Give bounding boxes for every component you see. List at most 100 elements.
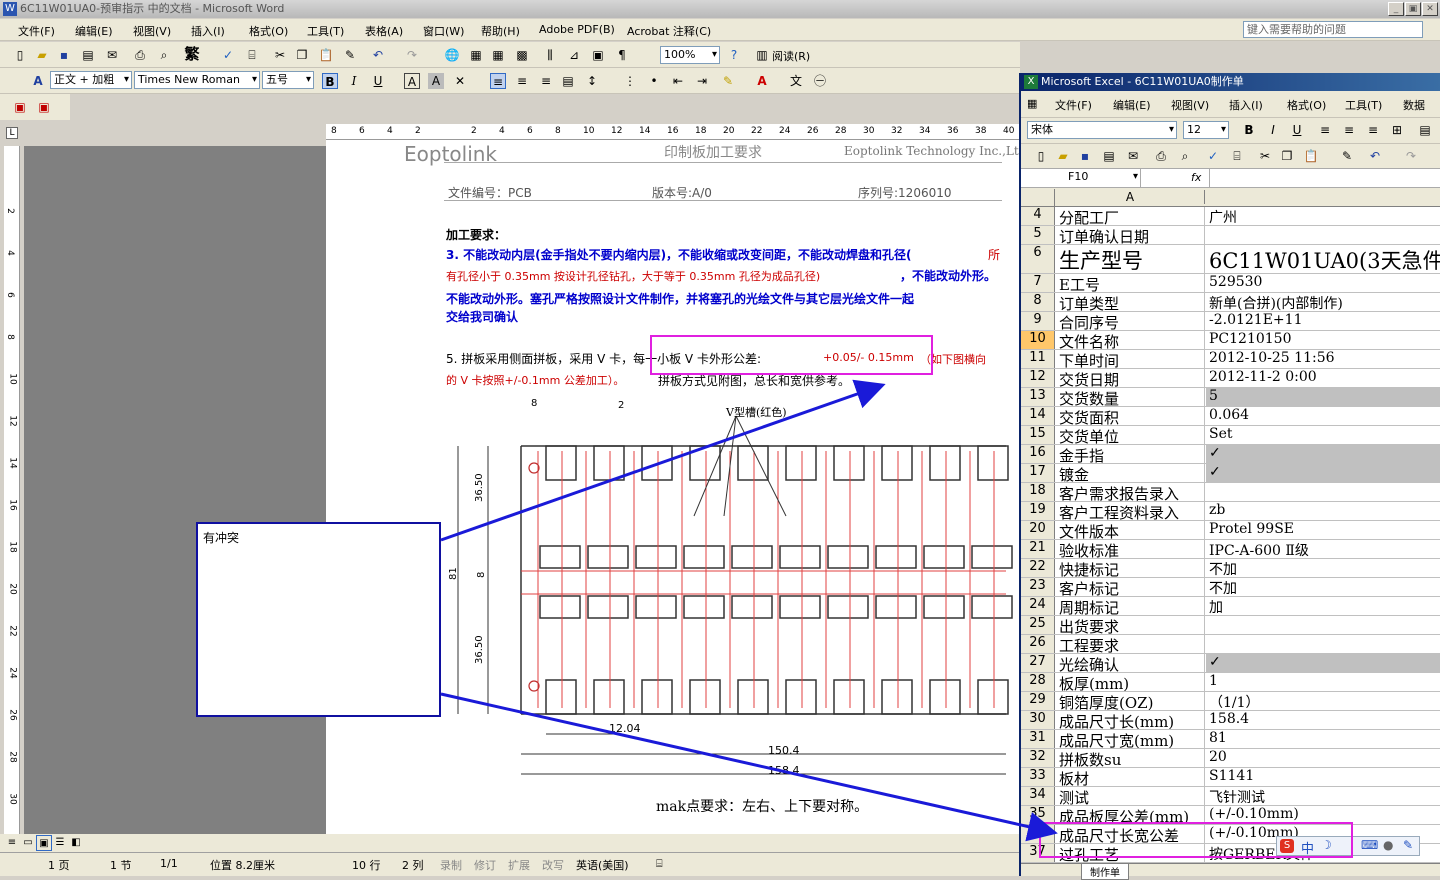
fx-icon[interactable]: fx <box>1191 171 1201 184</box>
excel-spelling-icon[interactable]: ✓ <box>1205 148 1221 164</box>
style-select[interactable]: 正文 + 加粗 <box>50 71 132 89</box>
cell-label[interactable]: 验收标准 <box>1056 540 1205 558</box>
document-page[interactable]: Eoptolink 印制板加工要求 Eoptolink Technology I… <box>326 140 1026 834</box>
read-mode-label[interactable]: 阅读(R) <box>772 48 810 64</box>
table-row[interactable]: 32 拼板数su 20 <box>1021 749 1440 768</box>
cell-value[interactable]: 6C11W01UA0(3天急件) <box>1206 245 1440 273</box>
cell-value[interactable]: 加 <box>1206 597 1440 615</box>
cell-value[interactable]: 0.064 <box>1206 407 1440 425</box>
cell-label[interactable]: 周期标记 <box>1056 597 1205 615</box>
columns-icon[interactable]: ⫼ <box>542 47 558 63</box>
web-view-icon[interactable]: ▭ <box>20 835 36 851</box>
cell-label[interactable]: 镀金 <box>1056 464 1205 482</box>
table-row[interactable]: 14 交货面积 0.064 <box>1021 407 1440 426</box>
cell-value[interactable] <box>1206 635 1440 653</box>
excel-new-icon[interactable]: ▯ <box>1033 148 1049 164</box>
row-number[interactable]: 32 <box>1021 749 1055 767</box>
excel-align-center-icon[interactable]: ≡ <box>1341 122 1357 138</box>
cell-label[interactable]: 订单确认日期 <box>1056 226 1205 244</box>
menu-table[interactable]: 表格(A) <box>365 23 403 39</box>
font-color-icon[interactable]: A <box>754 73 770 89</box>
excel-size-select[interactable]: 12 <box>1183 121 1229 139</box>
document-map-icon[interactable]: ▣ <box>590 47 606 63</box>
excel-open-icon[interactable]: ▰ <box>1055 148 1071 164</box>
cell-value[interactable]: 158.4 <box>1206 711 1440 729</box>
ime-chinese-mode[interactable]: 中 <box>1301 838 1314 857</box>
table-row[interactable]: 8 订单类型 新单(合拼)(内部制作) <box>1021 293 1440 312</box>
menu-tools[interactable]: 工具(T) <box>307 23 344 39</box>
row-number[interactable]: 21 <box>1021 540 1055 558</box>
row-number[interactable]: 25 <box>1021 616 1055 634</box>
row-number[interactable]: 22 <box>1021 559 1055 577</box>
help-icon[interactable]: ? <box>726 47 742 63</box>
decrease-indent-icon[interactable]: ⇤ <box>670 73 686 89</box>
keyboard-icon[interactable]: ⌨ <box>1361 838 1378 852</box>
numbering-icon[interactable]: ⋮ <box>622 73 638 89</box>
cell-value[interactable]: zb <box>1206 502 1440 520</box>
row-number[interactable]: 14 <box>1021 407 1055 425</box>
email-icon[interactable]: ✉ <box>104 47 120 63</box>
table-row[interactable]: 31 成品尺寸宽(mm) 81 <box>1021 730 1440 749</box>
row-number[interactable]: 9 <box>1021 312 1055 330</box>
column-header-a[interactable]: A <box>1056 190 1205 204</box>
table-row[interactable]: 13 交货数量 5 <box>1021 388 1440 407</box>
tab-selector[interactable]: L <box>6 127 18 139</box>
cell-value[interactable]: ✓ <box>1206 654 1440 672</box>
table-row[interactable]: 26 工程要求 <box>1021 635 1440 654</box>
table-row[interactable]: 17 镀金 ✓ <box>1021 464 1440 483</box>
excel-align-left-icon[interactable]: ≡ <box>1317 122 1333 138</box>
select-all-corner[interactable] <box>1021 189 1055 206</box>
table-row[interactable]: 24 周期标记加 <box>1021 597 1440 616</box>
enclose-char-icon[interactable]: ㊀ <box>812 73 828 89</box>
permission-icon[interactable]: ▤ <box>80 47 96 63</box>
cell-label[interactable]: 金手指 <box>1056 445 1205 463</box>
menu-window[interactable]: 窗口(W) <box>423 23 464 39</box>
name-box[interactable]: F10 <box>1027 169 1141 187</box>
excel-menu-file[interactable]: 文件(F) <box>1055 97 1092 113</box>
cell-value[interactable]: S1141 <box>1206 768 1440 786</box>
cell-label[interactable]: 客户标记 <box>1056 578 1205 596</box>
excel-copy-icon[interactable]: ❐ <box>1279 148 1295 164</box>
table-row[interactable]: 5 订单确认日期 <box>1021 226 1440 245</box>
cell-label[interactable]: 板材 <box>1056 768 1205 786</box>
cell-value[interactable]: Protel 99SE <box>1206 521 1440 539</box>
cell-value[interactable]: 529530 <box>1206 274 1440 292</box>
row-number[interactable]: 28 <box>1021 673 1055 691</box>
font-size-select[interactable]: 五号 <box>262 71 314 89</box>
excel-bold-button[interactable]: B <box>1241 122 1257 138</box>
line-spacing-icon[interactable]: ↕ <box>584 73 600 89</box>
cut-icon[interactable]: ✂ <box>272 47 288 63</box>
row-number[interactable]: 37 <box>1021 844 1055 862</box>
cell-label[interactable]: 分配工厂 <box>1056 207 1205 225</box>
cell-label[interactable]: 成品尺寸长宽公差 <box>1056 825 1205 843</box>
char-border-icon[interactable]: A <box>404 73 420 89</box>
new-document-icon[interactable]: ▯ <box>12 47 28 63</box>
table-row[interactable]: 21 验收标准 IPC-A-600 Ⅱ级 <box>1021 540 1440 559</box>
cell-label[interactable]: 下单时间 <box>1056 350 1205 368</box>
reading-view-icon[interactable]: ◧ <box>68 835 84 851</box>
table-row[interactable]: 33 板材 S1141 <box>1021 768 1440 787</box>
outline-view-icon[interactable]: ☰ <box>52 835 68 851</box>
moon-icon[interactable]: ☽ <box>1321 838 1332 852</box>
zoom-select[interactable]: 100% <box>660 46 720 64</box>
highlight-icon[interactable]: ✎ <box>720 73 736 89</box>
menu-view[interactable]: 视图(V) <box>133 23 171 39</box>
table-row[interactable]: 4 分配工厂 广州 <box>1021 207 1440 226</box>
cell-label[interactable]: 订单类型 <box>1056 293 1205 311</box>
status-extend[interactable]: 扩展 <box>508 857 530 873</box>
increase-indent-icon[interactable]: ⇥ <box>694 73 710 89</box>
distributed-icon[interactable]: ▤ <box>560 73 576 89</box>
normal-view-icon[interactable]: ≡ <box>4 835 20 851</box>
cell-value[interactable]: 广州 <box>1206 207 1440 225</box>
excel-save-icon[interactable]: ▪ <box>1077 148 1093 164</box>
row-number[interactable]: 30 <box>1021 711 1055 729</box>
cell-value[interactable]: 2012-10-25 11:56 <box>1206 350 1440 368</box>
menu-insert[interactable]: 插入(I) <box>191 23 225 39</box>
cell-value[interactable]: 新单(合拼)(内部制作) <box>1206 293 1440 311</box>
row-number[interactable]: 31 <box>1021 730 1055 748</box>
row-number[interactable]: 8 <box>1021 293 1055 311</box>
menu-help[interactable]: 帮助(H) <box>481 23 520 39</box>
table-row[interactable]: 30 成品尺寸长(mm) 158.4 <box>1021 711 1440 730</box>
cell-label[interactable]: 成品尺寸宽(mm) <box>1056 730 1205 748</box>
minimize-button[interactable]: _ <box>1388 2 1404 16</box>
